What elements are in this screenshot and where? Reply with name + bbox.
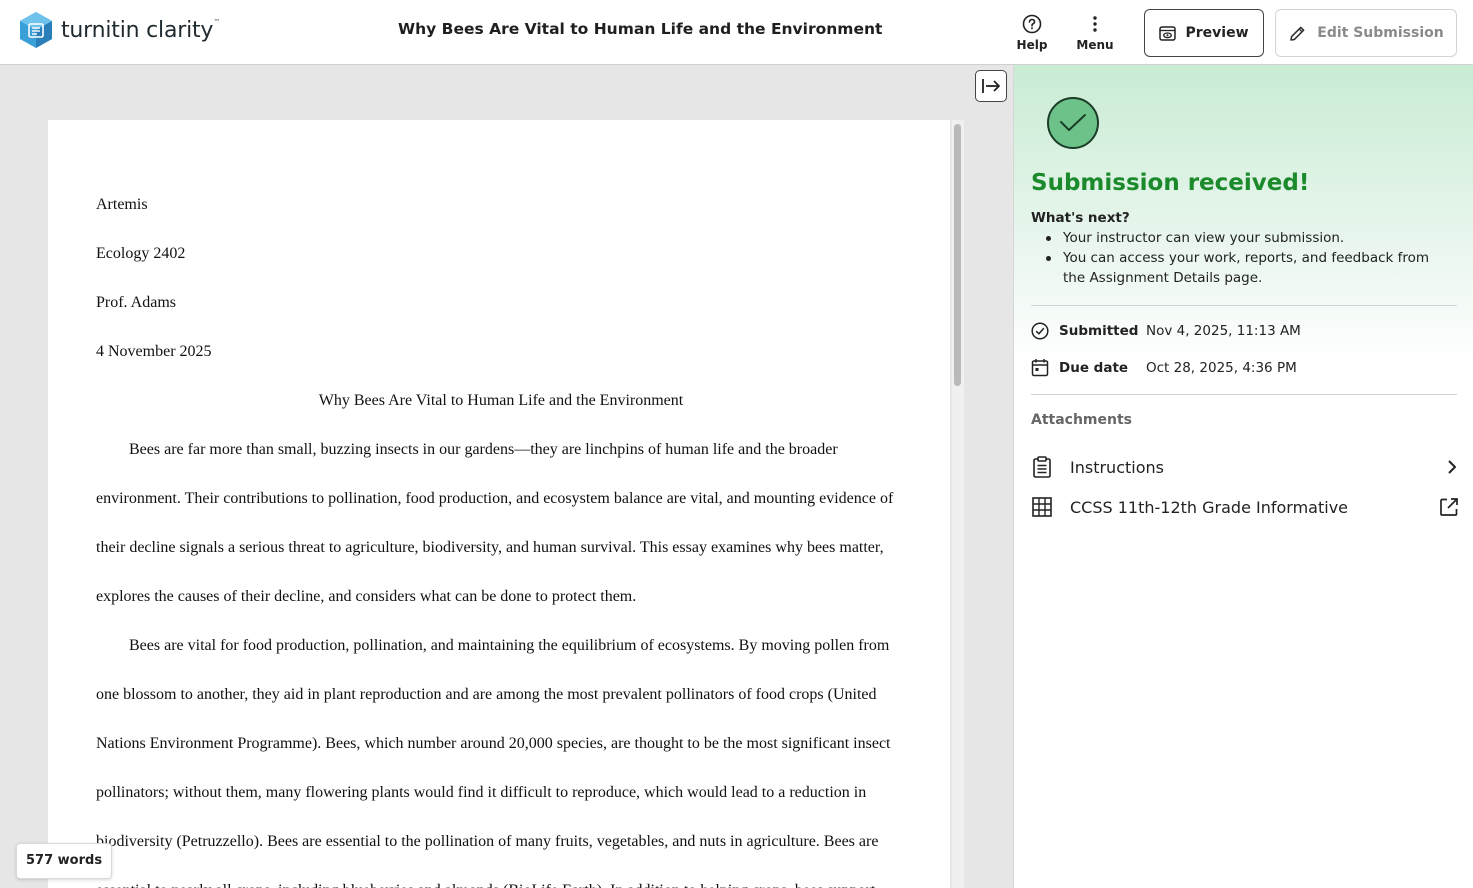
menu-label: Menu: [1076, 38, 1114, 52]
external-link-icon: [1440, 498, 1458, 516]
preview-label: Preview: [1185, 25, 1249, 41]
author-line: Artemis: [96, 196, 148, 213]
help-button[interactable]: Help: [1004, 14, 1060, 52]
checkmark-icon: [1060, 114, 1086, 131]
due-date-label: Due date: [1059, 359, 1129, 376]
document-title: Why Bees Are Vital to Human Life and the…: [398, 20, 883, 38]
body-line: essential to nearly all crops, including…: [96, 866, 906, 888]
body-line: explores the causes of their decline, an…: [96, 588, 637, 605]
scrollbar-thumb[interactable]: [954, 124, 961, 386]
calendar-icon: [1031, 359, 1049, 377]
pencil-icon: [1290, 26, 1305, 41]
submitted-value: Nov 4, 2025, 11:13 AM: [1146, 323, 1301, 339]
logo-text: turnitin clarity™: [61, 17, 221, 43]
attachment-rubric[interactable]: CCSS 11th-12th Grade Informative: [1031, 492, 1459, 522]
course-line: Ecology 2402: [96, 245, 186, 262]
clipboard-icon: [1033, 456, 1051, 478]
list-item: You can access your work, reports, and f…: [1031, 248, 1451, 288]
attachment-label: Instructions: [1070, 457, 1164, 477]
body-line: one blossom to another, they aid in plan…: [96, 686, 877, 703]
essay-title: Why Bees Are Vital to Human Life and the…: [318, 392, 684, 409]
due-date-value: Oct 28, 2025, 4:36 PM: [1146, 359, 1297, 376]
edit-submission-label: Edit Submission: [1317, 25, 1444, 41]
submission-panel: Submission received! What's next? Your i…: [1013, 65, 1473, 888]
help-label: Help: [1016, 38, 1048, 52]
body-line: Bees are far more than small, buzzing in…: [129, 441, 838, 458]
instructor-line: Prof. Adams: [96, 294, 176, 311]
turnitin-logo[interactable]: turnitin clarity™: [18, 11, 220, 49]
submission-received-heading: Submission received!: [1031, 170, 1310, 196]
document-scrollbar[interactable]: [952, 120, 964, 888]
success-check-icon: [1047, 97, 1099, 149]
body-line: Nations Environment Programme). Bees, wh…: [96, 735, 891, 752]
preview-button[interactable]: Preview: [1144, 9, 1264, 57]
chevron-right-icon: [1448, 460, 1456, 474]
list-item: Your instructor can view your submission…: [1031, 228, 1451, 248]
preview-icon: [1159, 25, 1177, 41]
turnitin-logo-icon: [20, 12, 52, 48]
body-line: environment. Their contributions to poll…: [96, 490, 894, 507]
body-line: Bees are vital for food production, poll…: [129, 637, 890, 654]
whats-next-list: Your instructor can view your submission…: [1031, 228, 1451, 288]
divider: [1031, 394, 1457, 395]
whats-next-heading: What's next?: [1031, 210, 1130, 226]
top-bar: turnitin clarity™ Why Bees Are Vital to …: [0, 0, 1473, 65]
divider: [1031, 305, 1457, 306]
menu-button[interactable]: Menu: [1067, 14, 1123, 52]
collapse-panel-button[interactable]: [975, 70, 1007, 102]
attachment-instructions[interactable]: Instructions: [1031, 452, 1459, 482]
date-line: 4 November 2025: [96, 343, 212, 360]
due-date-row: Due date Oct 28, 2025, 4:36 PM: [1031, 358, 1297, 377]
grid-icon: [1032, 497, 1052, 517]
body-line: pollinators; without them, many flowerin…: [96, 784, 867, 801]
body-line: biodiversity (Petruzzello). Bees are ess…: [96, 833, 879, 850]
attachment-label: CCSS 11th-12th Grade Informative: [1070, 497, 1349, 517]
check-circle-icon: [1031, 322, 1049, 340]
more-vertical-icon: [1093, 16, 1097, 32]
document-content: Artemis Ecology 2402 Prof. Adams 4 Novem…: [96, 180, 906, 888]
submitted-row: Submitted Nov 4, 2025, 11:13 AM: [1031, 322, 1301, 340]
collapse-right-icon: [982, 79, 1000, 93]
attachments-heading: Attachments: [1031, 412, 1133, 428]
edit-submission-button[interactable]: Edit Submission: [1275, 9, 1457, 57]
submitted-label: Submitted: [1059, 323, 1139, 339]
word-count-badge: 577 words: [16, 843, 113, 879]
document-page[interactable]: Artemis Ecology 2402 Prof. Adams 4 Novem…: [48, 120, 950, 888]
help-icon: [1022, 14, 1042, 34]
body-line: their decline signals a serious threat t…: [96, 539, 884, 556]
